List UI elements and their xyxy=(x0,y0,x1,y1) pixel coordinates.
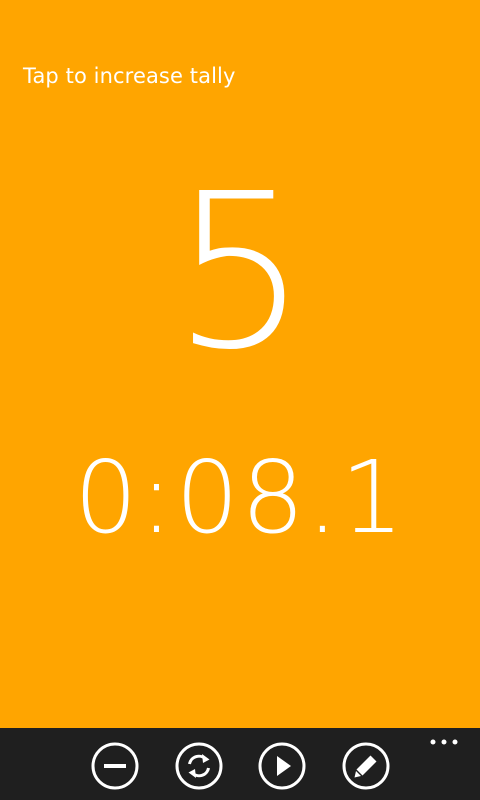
refresh-icon xyxy=(175,742,223,790)
more-options-button[interactable] xyxy=(424,732,464,752)
start-timer-button[interactable] xyxy=(258,742,306,790)
elapsed-timer: 0:08.1 xyxy=(74,439,406,556)
edit-icon xyxy=(342,742,390,790)
reset-button[interactable] xyxy=(175,742,223,790)
minus-icon xyxy=(91,742,139,790)
tally-screen: Tap to increase tally 5 0:08.1 xyxy=(0,0,480,800)
hint-text: Tap to increase tally xyxy=(23,64,236,88)
decrease-button[interactable] xyxy=(91,742,139,790)
play-icon xyxy=(258,742,306,790)
app-bar xyxy=(0,728,480,800)
tally-count: 5 xyxy=(171,148,309,397)
ellipsis-icon xyxy=(430,739,458,745)
tally-tap-area[interactable]: Tap to increase tally 5 0:08.1 xyxy=(0,0,480,728)
edit-button[interactable] xyxy=(342,742,390,790)
